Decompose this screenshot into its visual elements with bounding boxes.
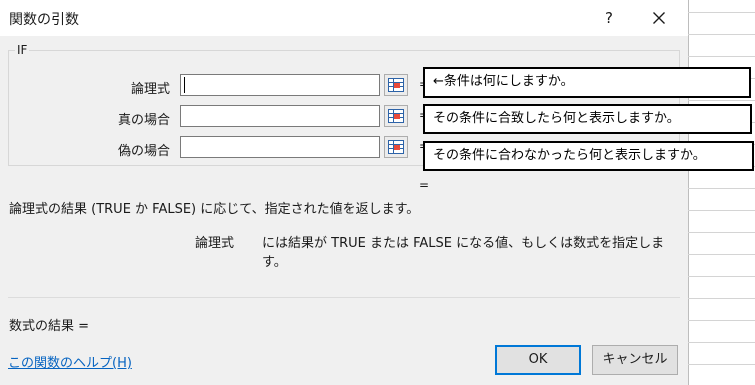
grid-line (688, 320, 755, 321)
text-cursor (184, 77, 185, 93)
value-if-true-input[interactable] (180, 105, 380, 127)
logical-test-label: 論理式 (130, 82, 170, 97)
grid-line (688, 232, 755, 233)
grid-line (688, 210, 755, 211)
annotation-callout: その条件に合致したら何と表示しますか。 (423, 104, 752, 134)
grid-line (688, 100, 755, 101)
grid-line (688, 298, 755, 299)
function-description: 論理式の結果 (TRUE か FALSE) に応じて、指定された値を返します。 (9, 202, 420, 217)
annotation-callout: その条件に合わなかったら何と表示しますか。 (423, 141, 754, 171)
title-bar: 関数の引数 ? (0, 0, 688, 36)
formula-result: 数式の結果 = (9, 319, 90, 334)
grid-line (688, 364, 755, 365)
function-name: IF (15, 43, 30, 57)
value-if-true-range-button[interactable] (384, 105, 408, 127)
grid-line (688, 0, 689, 385)
dialog-title: 関数の引数 (9, 12, 79, 28)
grid-line (688, 342, 755, 343)
close-icon (653, 12, 665, 24)
range-select-icon (388, 78, 404, 92)
grid-line (688, 56, 755, 57)
grid-line (688, 12, 755, 13)
divider (8, 297, 680, 298)
value-if-false-input[interactable] (180, 136, 380, 158)
value-if-true-label: 真の場合 (117, 113, 170, 128)
grid-line (688, 188, 755, 189)
close-button[interactable] (646, 5, 672, 31)
annotation-callout: ←条件は何にしますか。 (423, 67, 751, 98)
grid-line (688, 276, 755, 277)
range-select-icon (388, 140, 404, 154)
range-select-icon (388, 109, 404, 123)
function-arguments-dialog: 関数の引数 ? IF 論理式 = 真の場合 (0, 0, 688, 385)
logical-test-range-button[interactable] (384, 74, 408, 96)
cancel-button[interactable]: キャンセル (592, 345, 678, 375)
value-if-false-range-button[interactable] (384, 136, 408, 158)
help-button[interactable]: ? (598, 7, 620, 29)
logical-test-input[interactable] (180, 74, 380, 96)
ok-button[interactable]: OK (495, 345, 581, 375)
function-result-equals: = (419, 178, 430, 192)
grid-line (688, 34, 755, 35)
grid-line (688, 254, 755, 255)
argument-help-text: には結果が TRUE または FALSE になる値、もしくは数式を指定します。 (262, 236, 665, 270)
spreadsheet-background (688, 0, 755, 385)
argument-help-name: 論理式 (195, 236, 235, 251)
function-help-link[interactable]: この関数のヘルプ(H) (8, 352, 132, 371)
value-if-false-label: 偽の場合 (117, 144, 170, 159)
